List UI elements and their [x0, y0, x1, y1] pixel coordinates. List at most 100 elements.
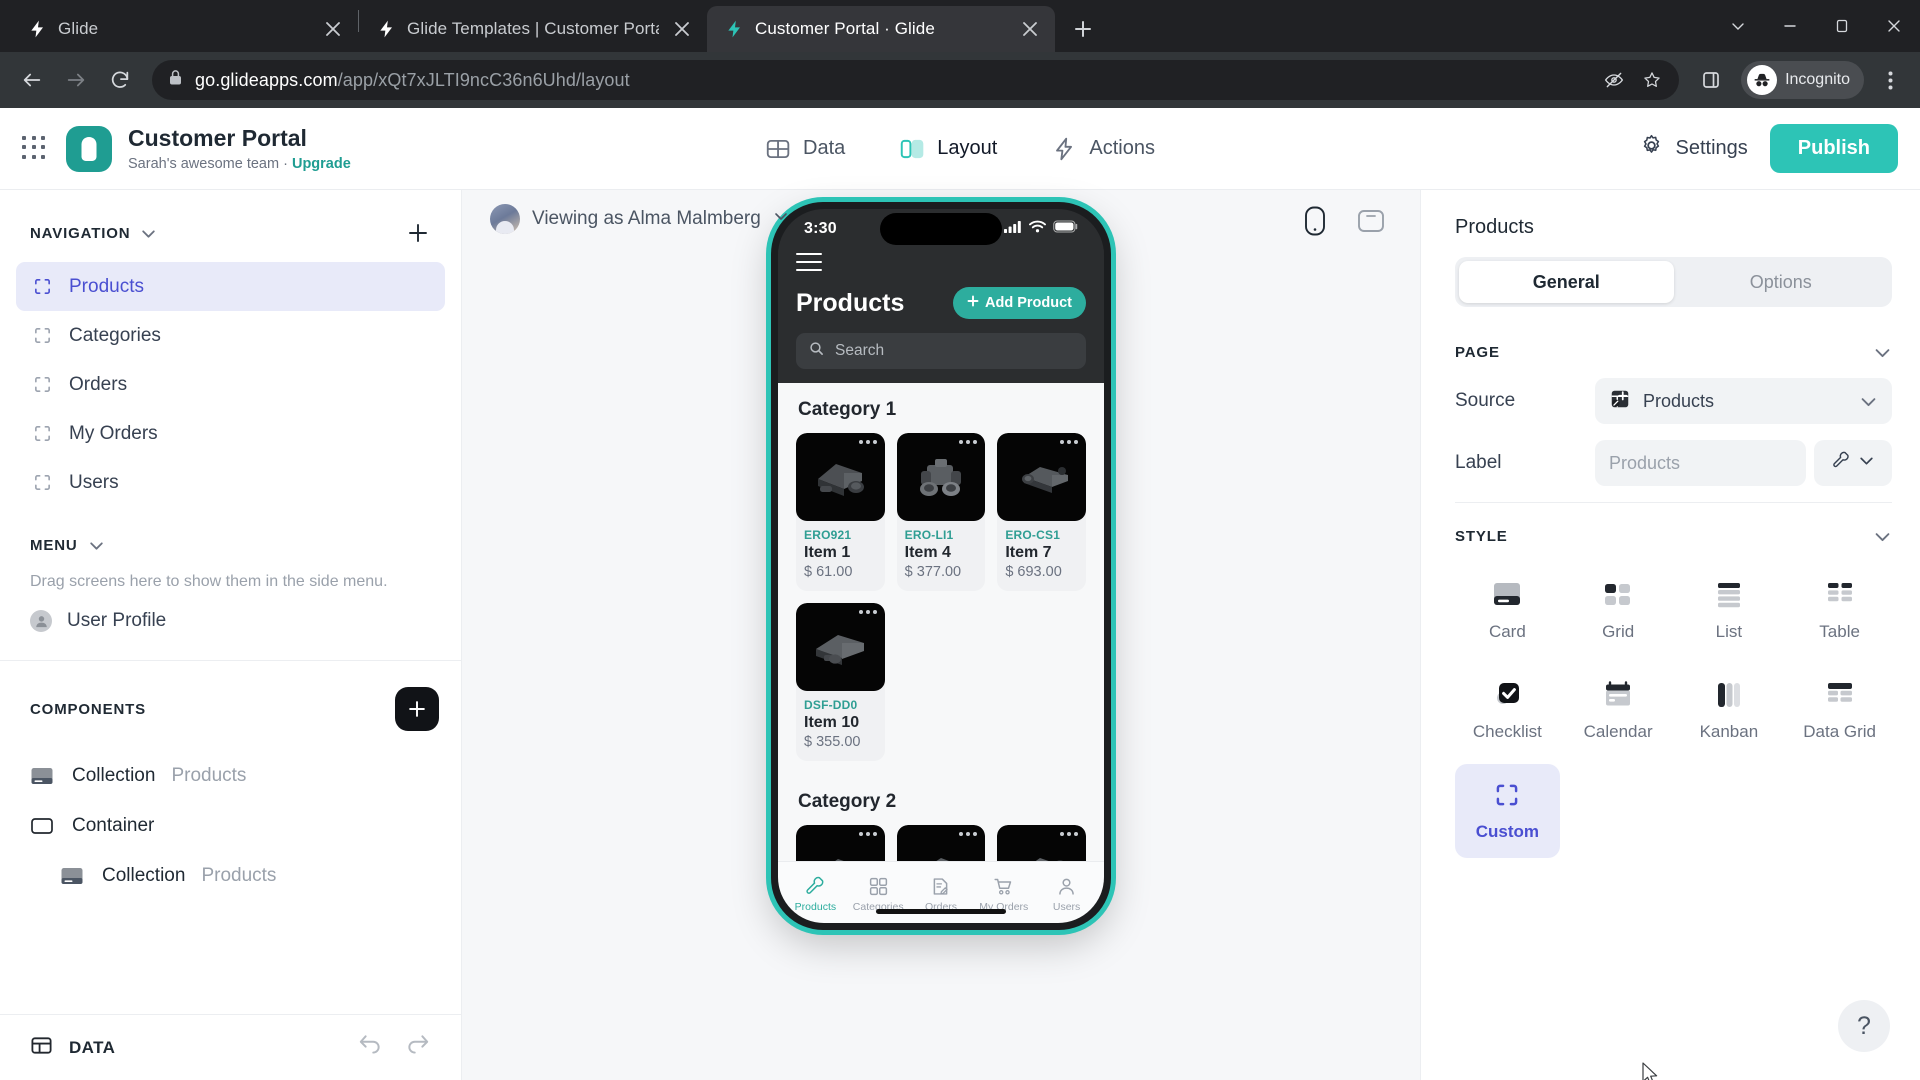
product-name: Item 4: [904, 544, 951, 561]
label-input[interactable]: Products: [1595, 440, 1806, 486]
more-options-icon[interactable]: [959, 440, 978, 444]
sidebar-item-orders[interactable]: Orders: [16, 360, 445, 409]
component-label: Collection: [102, 865, 186, 886]
profile-chip[interactable]: Incognito: [1741, 61, 1864, 99]
phone-tab-orders[interactable]: Orders: [910, 876, 973, 913]
phone-tab-categories[interactable]: Categories: [847, 876, 910, 913]
phone-device-icon[interactable]: [1298, 204, 1332, 238]
more-options-icon[interactable]: [858, 440, 877, 444]
tablet-device-icon[interactable]: [1354, 204, 1388, 238]
product-card[interactable]: ERO-CS1 Item 7 $ 693.00: [997, 433, 1086, 591]
browser-tab[interactable]: Glide: [10, 6, 358, 52]
hamburger-menu-icon[interactable]: [796, 251, 822, 271]
close-icon[interactable]: [320, 16, 346, 42]
phone-tab-users[interactable]: Users: [1035, 876, 1098, 913]
product-card[interactable]: ERO921 Item 1 $ 61.00: [796, 433, 885, 591]
style-option-grid[interactable]: Grid: [1566, 564, 1671, 658]
new-tab-button[interactable]: [1063, 9, 1103, 49]
data-button-label[interactable]: DATA: [69, 1038, 115, 1058]
maximize-icon[interactable]: [1816, 0, 1868, 52]
forward-arrow-icon[interactable]: [56, 60, 96, 100]
three-dot-menu-icon[interactable]: [1872, 62, 1908, 98]
menu-item-user-profile[interactable]: User Profile: [0, 596, 461, 646]
more-options-icon[interactable]: [959, 832, 978, 836]
tab-layout[interactable]: Layout: [899, 136, 997, 162]
product-card[interactable]: [997, 825, 1086, 861]
category-title: Category 1: [798, 399, 897, 420]
product-card[interactable]: DSF-DD0 Item 10 $ 355.00: [796, 603, 885, 761]
component-container[interactable]: Container: [30, 801, 431, 851]
side-panel-icon[interactable]: [1691, 60, 1731, 100]
app-logo[interactable]: [66, 125, 112, 172]
style-option-kanban[interactable]: Kanban: [1677, 664, 1782, 758]
add-screen-button[interactable]: [401, 216, 435, 250]
product-card[interactable]: ERO-LI1 Item 4 $ 377.00: [896, 433, 986, 591]
reload-icon[interactable]: [100, 60, 140, 100]
product-card[interactable]: [796, 825, 885, 861]
chevron-down-icon[interactable]: [88, 537, 105, 554]
more-options-icon[interactable]: [858, 610, 877, 614]
style-section-header[interactable]: STYLE: [1455, 517, 1892, 552]
menu-title: MENU: [30, 537, 78, 554]
more-options-icon[interactable]: [1059, 832, 1078, 836]
address-bar[interactable]: go.glideapps.com/app/xQt7xJLTI9ncC36n6Uh…: [152, 60, 1680, 100]
style-option-data-grid[interactable]: Data Grid: [1787, 664, 1892, 758]
style-option-table[interactable]: Table: [1787, 564, 1892, 658]
close-icon[interactable]: [1868, 0, 1920, 52]
sidebar-item-my-orders[interactable]: My Orders: [16, 409, 445, 458]
phone-tab-products[interactable]: Products: [784, 876, 847, 913]
style-option-calendar[interactable]: Calendar: [1566, 664, 1671, 758]
style-option-card[interactable]: Card: [1455, 564, 1560, 658]
tab-options[interactable]: Options: [1674, 261, 1889, 303]
tab-general[interactable]: General: [1459, 261, 1674, 303]
help-button[interactable]: ?: [1838, 1000, 1890, 1052]
browser-tab[interactable]: Glide Templates | Customer Porta: [359, 6, 707, 52]
add-component-button[interactable]: [395, 687, 439, 731]
component-collection[interactable]: Collection Products: [30, 751, 431, 801]
close-icon[interactable]: [1017, 16, 1043, 42]
style-option-custom[interactable]: Custom: [1455, 764, 1560, 858]
tab-actions[interactable]: Actions: [1051, 136, 1155, 162]
dynamic-island: [880, 213, 1002, 245]
star-icon[interactable]: [1635, 63, 1669, 97]
sidebar-item-categories[interactable]: Categories: [16, 311, 445, 360]
back-arrow-icon[interactable]: [12, 60, 52, 100]
sidebar-item-users[interactable]: Users: [16, 458, 445, 507]
apps-grid-icon[interactable]: [22, 135, 48, 162]
more-options-icon[interactable]: [858, 832, 877, 836]
label-config-button[interactable]: [1814, 440, 1892, 486]
chevron-down-icon[interactable]: [1712, 0, 1764, 52]
close-icon[interactable]: [669, 16, 695, 42]
custom-frame-icon: [32, 423, 53, 444]
phone-tab-my-orders[interactable]: My Orders: [972, 876, 1035, 913]
chevron-down-icon[interactable]: [1873, 343, 1892, 362]
upgrade-link[interactable]: Upgrade: [292, 156, 351, 172]
viewing-as-selector[interactable]: Viewing as Alma Malmberg: [490, 204, 789, 234]
collection-icon: [30, 765, 56, 787]
style-option-list[interactable]: List: [1677, 564, 1782, 658]
add-product-button[interactable]: Add Product: [953, 287, 1086, 319]
product-meta: ERO921 Item 1 $ 61.00: [796, 521, 885, 591]
minimize-icon[interactable]: [1764, 0, 1816, 52]
eye-off-icon[interactable]: [1597, 63, 1631, 97]
product-card[interactable]: [896, 825, 986, 861]
device-toggle: [1298, 204, 1388, 238]
browser-tab-active[interactable]: Customer Portal · Glide: [707, 6, 1055, 52]
chevron-down-icon[interactable]: [1873, 527, 1892, 546]
style-option-checklist[interactable]: Checklist: [1455, 664, 1560, 758]
component-collection-nested[interactable]: Collection Products: [30, 851, 431, 901]
redo-icon[interactable]: [405, 1032, 431, 1063]
settings-button[interactable]: Settings: [1639, 133, 1748, 164]
more-options-icon[interactable]: [1059, 440, 1078, 444]
search-input[interactable]: Search: [796, 333, 1086, 369]
undo-icon[interactable]: [357, 1032, 383, 1063]
tab-data[interactable]: Data: [765, 136, 845, 162]
collection-icon: [60, 865, 86, 887]
publish-button[interactable]: Publish: [1769, 124, 1898, 173]
sidebar-item-products[interactable]: Products: [16, 262, 445, 311]
page-section-header[interactable]: PAGE: [1455, 333, 1892, 368]
chevron-down-icon[interactable]: [140, 225, 157, 242]
source-select[interactable]: Products: [1595, 378, 1892, 424]
chevron-down-icon: [773, 208, 789, 230]
category-title: Category 2: [798, 791, 897, 812]
